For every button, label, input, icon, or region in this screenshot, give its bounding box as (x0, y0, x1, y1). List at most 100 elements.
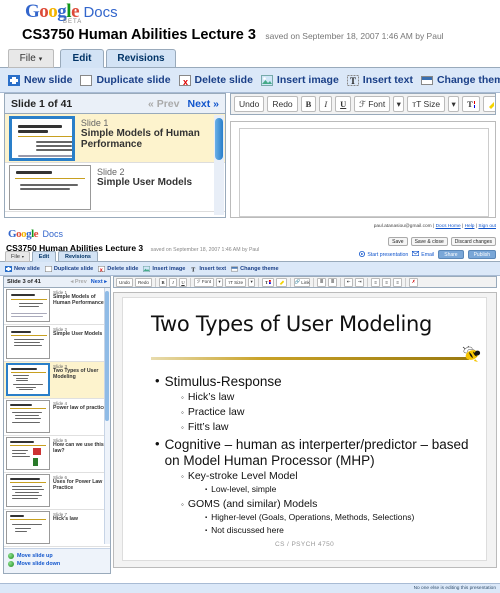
font-dropdown[interactable]: ℱ Font (354, 96, 391, 112)
slide-title[interactable]: Two Types of User Modeling (151, 312, 432, 336)
italic-button[interactable]: I (168, 277, 177, 287)
underline-button[interactable]: U (335, 96, 352, 112)
save-and-close-button[interactable]: Save & close (410, 237, 448, 246)
align-right-button[interactable]: ≡ (393, 277, 403, 287)
slide-thumbnail-row[interactable]: Slide 1 Simple Models of Human Performan… (4, 288, 110, 325)
move-slide-up-button[interactable]: Move slide up (8, 553, 110, 559)
slide-thumbnail-list[interactable]: Slide 1 Simple Models of Human Performan… (4, 288, 110, 549)
menu-insert-image[interactable]: Insert image (143, 266, 185, 272)
tab-file[interactable]: File ▾ (5, 251, 30, 262)
menu-insert-image-label: Insert image (152, 265, 186, 272)
bold-button[interactable]: B (158, 277, 167, 287)
menu-change-theme[interactable]: Change theme (231, 266, 279, 272)
undo-button[interactable]: Undo (234, 96, 265, 112)
increase-indent-button[interactable]: ⇥ (355, 277, 365, 287)
text-color-button[interactable]: T (462, 96, 481, 112)
link-icon: 🔗 (294, 279, 301, 284)
slide-canvas-surface[interactable] (239, 128, 489, 217)
bold-button[interactable]: B (300, 96, 317, 112)
status-text: No one else is editing this presentation (413, 586, 496, 591)
slide-bullet-text: Higher-level (Goals, Operations, Methods… (211, 512, 415, 522)
menu-delete-slide[interactable]: x Delete slide (98, 266, 138, 273)
menu-change-theme[interactable]: Change theme (420, 74, 500, 86)
slide-thumbnail-row[interactable]: Slide 2 Simple User Models (4, 325, 110, 362)
menu-insert-image[interactable]: Insert image (260, 74, 339, 86)
menu-duplicate-slide[interactable]: Duplicate slide (44, 266, 93, 272)
underline-button[interactable]: U (178, 277, 187, 287)
discard-changes-button[interactable]: Discard changes (450, 237, 496, 246)
slide-thumbnail-row[interactable]: Slide 2 Simple User Models (5, 163, 225, 212)
slide-thumbnail-row[interactable]: Slide 3 Two Types of User Modeling (4, 362, 110, 399)
help-link[interactable]: Help (465, 224, 475, 229)
slide-thumbnail-row[interactable]: Slide 7 Hick’s law (4, 510, 110, 547)
svg-text:T: T (192, 267, 196, 272)
slide-thumbnail-title: Simple User Models (97, 177, 193, 188)
font-dropdown[interactable]: ℱ Font (193, 277, 215, 287)
slide-thumbnail-image (6, 474, 50, 507)
slide-bullet: ◦ Hick’s law (181, 390, 476, 405)
menu-new-slide[interactable]: New slide (5, 265, 40, 272)
google-docs-logo[interactable]: Google Docs BETA (25, 1, 118, 25)
next-slide-button[interactable]: Next » (187, 98, 219, 110)
highlight-color-button[interactable] (276, 277, 288, 287)
slide-editor-panel: Undo Redo B I U ℱ Font ▾ ᴛT Size ▾ T 🔗 Li… (113, 276, 497, 579)
numbered-list-button[interactable]: ≣ (328, 277, 338, 287)
slide-body[interactable]: • Stimulus-Response ◦ Hick’s law ◦ Practice… (155, 372, 476, 538)
slide-canvas[interactable] (230, 121, 496, 218)
prev-slide-button[interactable]: « Prev (148, 98, 180, 110)
size-dropdown-chevron-down-icon[interactable]: ▾ (248, 277, 256, 287)
undo-button[interactable]: Undo (116, 277, 133, 287)
italic-button[interactable]: I (319, 96, 333, 112)
slide-list-scroll-thumb[interactable] (215, 118, 223, 160)
menu-insert-text[interactable]: T Insert text (346, 74, 413, 86)
size-dropdown[interactable]: ᴛT Size (407, 96, 446, 112)
align-center-button[interactable]: ≡ (382, 277, 392, 287)
save-button[interactable]: Save (388, 237, 408, 246)
tab-edit[interactable]: Edit (32, 251, 56, 262)
tab-revisions[interactable]: Revisions (106, 49, 176, 68)
slide-thumbnail-list[interactable]: Slide 1 Simple Models of Human Performan… (5, 114, 225, 217)
tab-file-label: File (19, 53, 36, 64)
tab-file[interactable]: File ▾ (8, 49, 54, 68)
tab-edit[interactable]: Edit (60, 49, 104, 68)
slide-thumbnail-row[interactable]: Slide 6 Uses for Power Law of Practice (4, 473, 110, 510)
redo-button[interactable]: Redo (134, 277, 152, 287)
slide-thumbnail-row[interactable]: Slide 5 How can we use this law? (4, 436, 110, 473)
slide-surface[interactable]: Two Types of User Modeling • Stimulus-Re… (122, 297, 487, 561)
decrease-indent-button[interactable]: ⇤ (344, 277, 354, 287)
menu-duplicate-slide[interactable]: Duplicate slide (80, 74, 171, 86)
insert-link-button[interactable]: 🔗 Link (294, 277, 311, 287)
menu-delete-slide[interactable]: x Delete slide (178, 74, 253, 87)
prev-slide-button[interactable]: ◂ Prev (71, 279, 87, 285)
docs-home-link[interactable]: Docs Home (436, 224, 461, 229)
font-dropdown-chevron-down-icon[interactable]: ▾ (393, 96, 405, 112)
next-slide-button[interactable]: Next ▸ (91, 279, 107, 285)
align-left-button[interactable]: ≡ (371, 277, 381, 287)
menu-new-slide[interactable]: New slide (8, 74, 72, 86)
menu-insert-text-label: Insert text (199, 265, 227, 272)
menu-insert-text[interactable]: T Insert text (190, 265, 227, 274)
document-title-row: CS3750 Human Abilities Lecture 3 saved o… (22, 26, 444, 44)
insert-text-icon: T (346, 74, 359, 86)
move-slide-down-button[interactable]: Move slide down (8, 561, 110, 567)
slide-thumbnail-meta: Slide 2 Simple User Models (50, 325, 102, 361)
bullet-marker: ◦ (181, 423, 184, 432)
tab-revisions[interactable]: Revisions (58, 251, 98, 262)
slide-list-scroll-thumb[interactable] (105, 291, 109, 421)
tab-edit-label: Edit (72, 53, 92, 64)
font-dropdown-chevron-down-icon[interactable]: ▾ (216, 277, 224, 287)
redo-button[interactable]: Redo (267, 96, 298, 112)
bulleted-list-button[interactable]: ≣ (317, 277, 327, 287)
slide-thumbnail-row[interactable]: Slide 4 Power law of practice (4, 399, 110, 436)
slide-bullet-text: Not discussed here (211, 525, 284, 535)
slide-thumbnail-meta: Slide 6 Uses for Power Law of Practice (50, 473, 110, 509)
text-color-button[interactable]: T (262, 277, 275, 287)
slide-thumbnail-row[interactable]: Slide 1 Simple Models of Human Performan… (5, 114, 225, 163)
size-dropdown[interactable]: ᴛT Size (225, 277, 247, 287)
highlight-color-button[interactable] (483, 96, 495, 112)
slide-thumbnail-title: Simple User Models (53, 331, 103, 337)
remove-formatting-button[interactable]: ✗ (409, 277, 419, 287)
sign-out-link[interactable]: Sign out (478, 224, 496, 229)
slide-canvas[interactable]: Two Types of User Modeling • Stimulus-Re… (113, 292, 497, 568)
size-dropdown-chevron-down-icon[interactable]: ▾ (448, 96, 460, 112)
